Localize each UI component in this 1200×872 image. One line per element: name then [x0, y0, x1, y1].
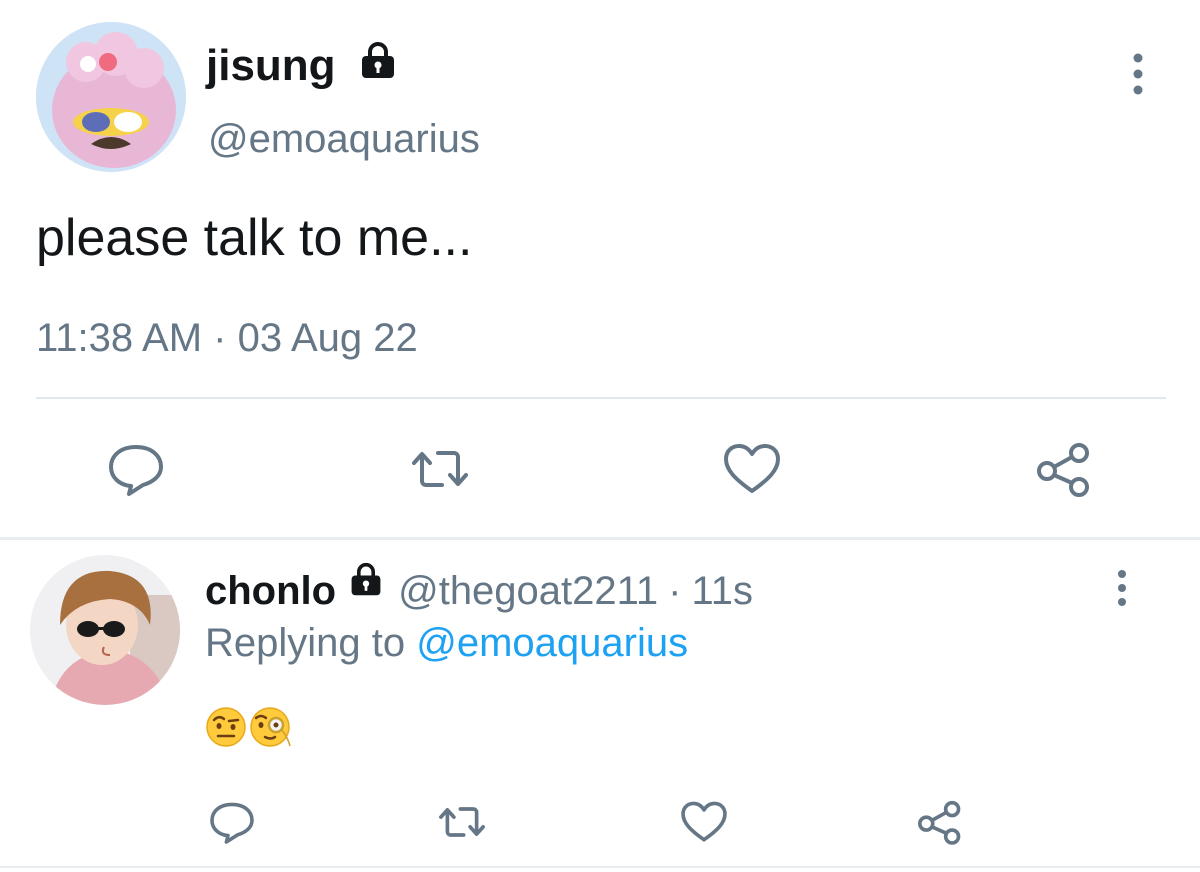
like-icon: [681, 801, 727, 842]
reply-button[interactable]: [204, 796, 260, 848]
tweet-timestamp[interactable]: 11:38 AM · 03 Aug 22: [36, 312, 418, 364]
more-options-icon[interactable]: [1124, 52, 1152, 96]
divider: [0, 866, 1200, 868]
display-name-text: jisung: [206, 41, 336, 90]
reply-header: chonlo @thegoat2211 · 11s: [205, 562, 753, 620]
reply-display-name[interactable]: chonlo: [205, 565, 336, 617]
reply-handle[interactable]: @thegoat2211: [398, 565, 658, 617]
reply-time[interactable]: 11s: [692, 565, 754, 617]
retweet-button[interactable]: [434, 796, 490, 848]
mention-link[interactable]: @emoaquarius: [416, 621, 688, 665]
share-icon: [918, 800, 961, 845]
retweet-icon: [439, 807, 485, 837]
retweet-button[interactable]: [408, 440, 472, 498]
section-divider: [0, 537, 1200, 540]
handle[interactable]: @emoaquarius: [208, 114, 480, 164]
replying-to-label: Replying to: [205, 621, 406, 665]
share-icon: [1037, 443, 1089, 497]
separator-dot: ·: [668, 569, 682, 613]
like-button[interactable]: [720, 440, 784, 498]
reply-avatar[interactable]: [30, 555, 180, 705]
share-button[interactable]: [1032, 440, 1096, 498]
divider: [36, 397, 1166, 399]
lock-icon: [348, 562, 384, 620]
reply-icon: [109, 445, 163, 496]
display-name[interactable]: jisung: [206, 36, 398, 96]
avatar[interactable]: [36, 22, 186, 172]
more-options-icon[interactable]: [1108, 568, 1136, 608]
avatar-image: [30, 555, 180, 705]
like-button[interactable]: [676, 796, 732, 848]
tweet-text: please talk to me...: [36, 209, 473, 267]
avatar-image: [36, 22, 186, 172]
reply-button[interactable]: [104, 440, 168, 498]
monocle-emoji: [250, 707, 291, 747]
raised-eyebrow-emoji: [206, 707, 246, 747]
like-icon: [724, 444, 780, 493]
reply-icon: [210, 802, 254, 844]
share-button[interactable]: [912, 796, 968, 848]
replying-to: Replying to @emoaquarius: [205, 617, 688, 669]
retweet-icon: [412, 451, 468, 487]
reply-text: [205, 706, 295, 748]
lock-icon: [358, 36, 398, 96]
